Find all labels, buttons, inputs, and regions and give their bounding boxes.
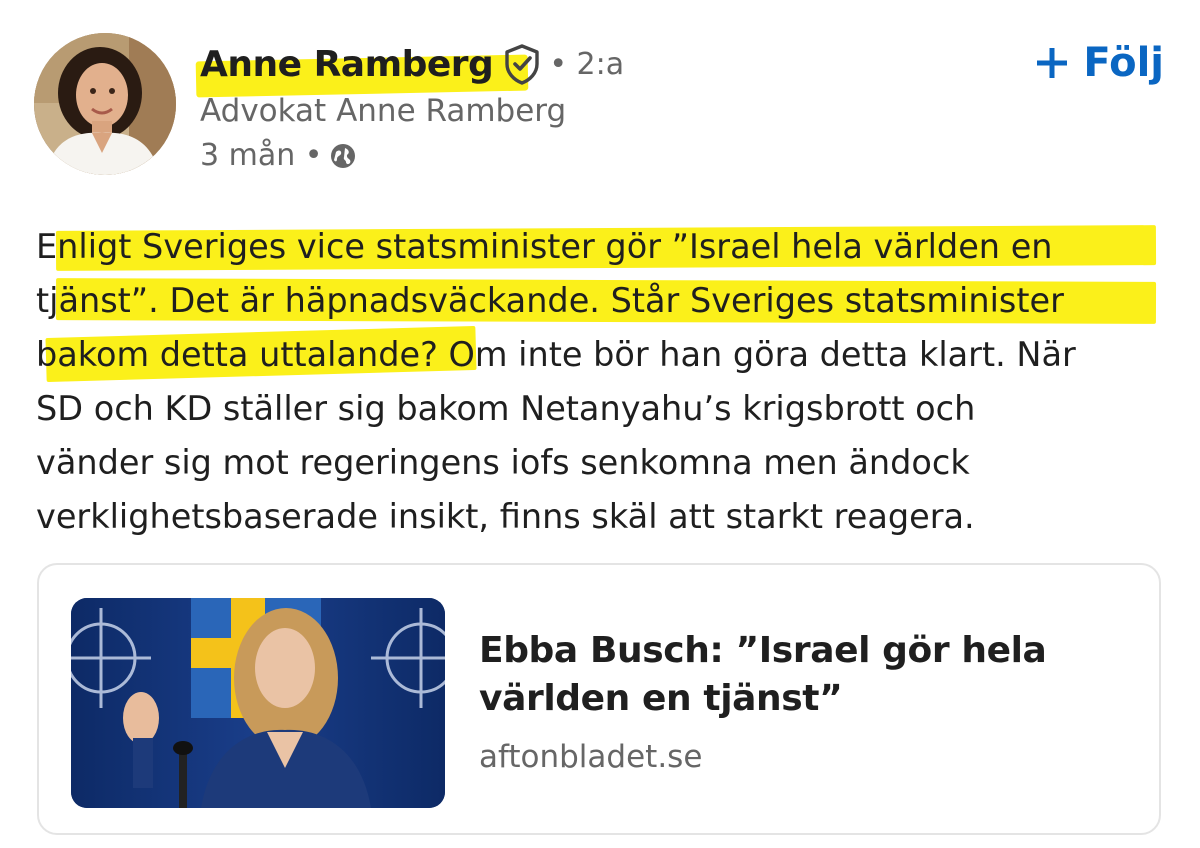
post-meta: 3 mån •	[200, 138, 356, 173]
link-title[interactable]: Ebba Busch: ”Israel gör hela världen en …	[479, 627, 1119, 723]
post-container: Anne Ramberg • 2:a Advokat Anne Ramberg …	[0, 0, 1200, 848]
post-line: vänder sig mot regeringens iofs senkomna…	[36, 443, 970, 482]
globe-icon	[331, 143, 356, 168]
post-line: SD och KD ställer sig bakom Netanyahu’s …	[36, 389, 976, 428]
post-text: Enligt Sveriges vice statsminister gör ”…	[36, 220, 1176, 544]
author-name-row: Anne Ramberg • 2:a	[195, 36, 625, 97]
plus-icon	[1037, 48, 1068, 78]
author-headline: Advokat Anne Ramberg	[200, 93, 567, 129]
avatar[interactable]	[34, 33, 176, 175]
post-line: bakom detta uttalande? Om inte bör han g…	[36, 326, 1176, 382]
follow-label: Följ	[1083, 40, 1164, 86]
post-time: 3 mån •	[200, 138, 323, 173]
post-line: Enligt Sveriges vice statsminister gör ”…	[36, 220, 1176, 274]
link-preview-card[interactable]: Ebba Busch: ”Israel gör hela världen en …	[37, 563, 1161, 835]
follow-button[interactable]: Följ	[1035, 40, 1164, 86]
author-name[interactable]: Anne Ramberg	[195, 44, 529, 97]
verified-shield-icon	[505, 44, 540, 85]
post-line: tjänst”. Det är häpnadsväckande. Står Sv…	[36, 274, 1176, 328]
connection-degree: • 2:a	[549, 46, 625, 82]
link-thumbnail	[71, 598, 445, 808]
post-line: verklighetsbaserade insikt, finns skäl a…	[36, 497, 975, 536]
link-domain: aftonbladet.se	[479, 739, 703, 775]
